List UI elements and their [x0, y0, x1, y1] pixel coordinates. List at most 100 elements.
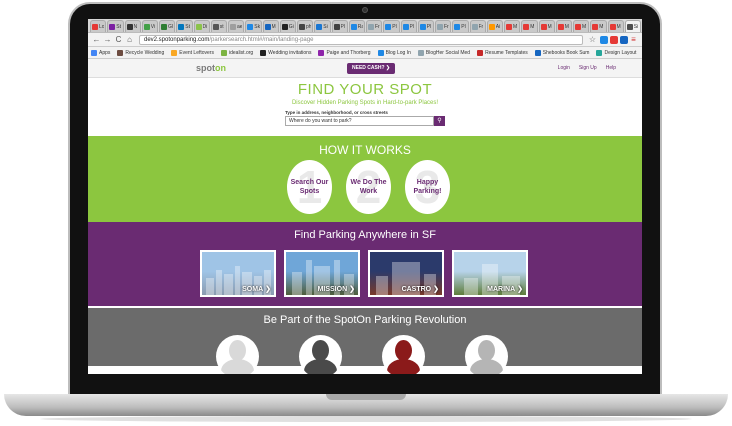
tab-favicon-icon	[575, 23, 581, 30]
browser-tab[interactable]: Pl	[417, 20, 434, 32]
tab-label: Pl	[392, 23, 397, 30]
need-cash-button[interactable]: NEED CASH? ❯	[347, 63, 396, 74]
help-link[interactable]: Help	[606, 65, 616, 71]
browser-tab[interactable]: Gi	[279, 20, 296, 32]
extension-icon[interactable]	[620, 35, 628, 44]
neighborhood-card-mission[interactable]: MISSION ❯	[284, 250, 360, 297]
tab-favicon-icon	[281, 23, 288, 30]
browser-tab[interactable]: Di	[193, 20, 210, 32]
neighborhood-card-soma[interactable]: SOMA ❯	[200, 250, 276, 297]
back-icon[interactable]: ←	[91, 34, 102, 46]
building-shape	[464, 278, 478, 295]
bookmark-item[interactable]: idealist.org	[220, 49, 253, 56]
browser-tab[interactable]: Pl	[452, 20, 469, 32]
browser-tab[interactable]: Si	[624, 20, 641, 32]
browser-tab[interactable]: Pl	[331, 20, 348, 32]
neighborhood-name: MARINA	[487, 286, 516, 293]
browser-tab[interactable]: M	[538, 20, 555, 32]
menu-icon[interactable]: ≡	[628, 34, 639, 46]
signup-link[interactable]: Sign Up	[579, 65, 597, 71]
chevron-right-icon: ❯	[265, 286, 271, 293]
browser-tab[interactable]: st	[210, 20, 227, 32]
browser-tab[interactable]: M	[607, 20, 624, 32]
browser-tab[interactable]: Ai	[486, 20, 503, 32]
laptop-shadow	[40, 416, 692, 422]
login-link[interactable]: Login	[558, 65, 570, 71]
logo-text: spot	[196, 63, 215, 73]
browser-tab[interactable]: M	[262, 20, 279, 32]
bookmark-label: Shebooks Book Sum	[542, 49, 590, 56]
browser-tab[interactable]: Gl	[159, 20, 176, 32]
browser-tab[interactable]: M	[521, 20, 538, 32]
bookmark-item[interactable]: Design Layout	[596, 49, 636, 56]
tab-favicon-icon	[437, 23, 443, 30]
tab-label: St	[116, 23, 121, 30]
browser-tab[interactable]: M	[590, 20, 607, 32]
bookmark-icon	[596, 49, 603, 56]
bookmark-label: Blog Log In	[385, 49, 411, 56]
neighborhood-name: CASTRO	[401, 286, 432, 293]
browser-tab[interactable]: Fr	[366, 20, 383, 32]
browser-tab[interactable]: Fr	[435, 20, 452, 32]
bookmark-icon	[220, 49, 227, 56]
bookmark-icon	[477, 49, 484, 56]
browser-tab[interactable]: M	[504, 20, 521, 32]
address-bar[interactable]: dev2.spotonparking.com/parkersearch.html…	[139, 34, 583, 45]
bookmark-item[interactable]: Shebooks Book Sum	[534, 49, 590, 56]
tab-favicon-icon	[419, 23, 426, 30]
browser-tab[interactable]: ph	[297, 20, 314, 32]
extension-icon[interactable]	[600, 35, 608, 44]
bookmark-icon	[91, 49, 97, 56]
browser-tab[interactable]: ae	[228, 20, 245, 32]
camera-icon	[362, 7, 368, 13]
bookmark-item[interactable]: BlogHer Social Med	[417, 49, 470, 56]
bookmark-icon	[377, 49, 384, 56]
browser-tab[interactable]: Vi	[141, 20, 158, 32]
browser-tab[interactable]: M	[573, 20, 590, 32]
search-input[interactable]: Where do you want to park?	[285, 116, 434, 126]
browser-tab[interactable]: Fr	[469, 20, 486, 32]
tab-label: St	[185, 23, 190, 30]
search-button[interactable]: ⚲	[434, 116, 445, 126]
browser-tab[interactable]: Pl	[400, 20, 417, 32]
browser-tab[interactable]: Ra	[348, 20, 365, 32]
browser-tab[interactable]: Si	[314, 20, 331, 32]
bookmark-item[interactable]: Blog Log In	[377, 49, 411, 56]
header-nav: Login Sign Up Help	[558, 65, 616, 71]
tab-favicon-icon	[247, 23, 254, 30]
building-shape	[216, 270, 222, 295]
browser-tab[interactable]: Sk	[245, 20, 262, 32]
tab-favicon-icon	[230, 23, 236, 30]
home-icon[interactable]: ⌂	[124, 34, 135, 46]
tab-label: Fr	[375, 23, 380, 30]
building-shape	[224, 274, 233, 295]
bookmark-item[interactable]: Paige and Thorberg	[318, 49, 371, 56]
bookmark-icon	[534, 49, 541, 56]
tab-label: Lo	[99, 23, 105, 30]
tab-label: Di	[202, 23, 208, 30]
bookmark-star-icon[interactable]: ☆	[587, 34, 598, 46]
browser-tab[interactable]: Lo	[90, 20, 107, 32]
tab-favicon-icon	[109, 23, 116, 30]
browser-tab[interactable]: St	[107, 20, 124, 32]
tab-label: Pl	[461, 23, 466, 30]
building-shape	[235, 266, 240, 295]
browser-tab[interactable]: St	[176, 20, 193, 32]
site-logo[interactable]: spoton	[196, 63, 226, 73]
extension-icon[interactable]	[610, 35, 618, 44]
bookmark-item[interactable]: Resume Templates	[477, 49, 528, 56]
search-label: Type in address, neighborhood, or cross …	[285, 110, 388, 115]
browser-tab[interactable]: N	[124, 20, 141, 32]
avatar-shoulders	[387, 359, 420, 374]
browser-tab[interactable]: M	[555, 20, 572, 32]
bookmark-item[interactable]: Wedding invitations	[260, 49, 311, 56]
neighborhood-card-castro[interactable]: CASTRO ❯	[368, 250, 444, 297]
forward-icon[interactable]: →	[102, 34, 113, 46]
browser-tab[interactable]: Pl	[383, 20, 400, 32]
bookmark-item[interactable]: Event Leftovers	[171, 49, 214, 56]
neighborhood-card-marina[interactable]: MARINA ❯	[452, 250, 528, 297]
reload-icon[interactable]: C	[113, 34, 124, 46]
how-step-3: 3 Happy Parking!	[405, 160, 450, 214]
bookmark-item[interactable]: Recycle Wedding	[117, 49, 164, 56]
bookmark-item[interactable]: Apps	[91, 49, 110, 56]
